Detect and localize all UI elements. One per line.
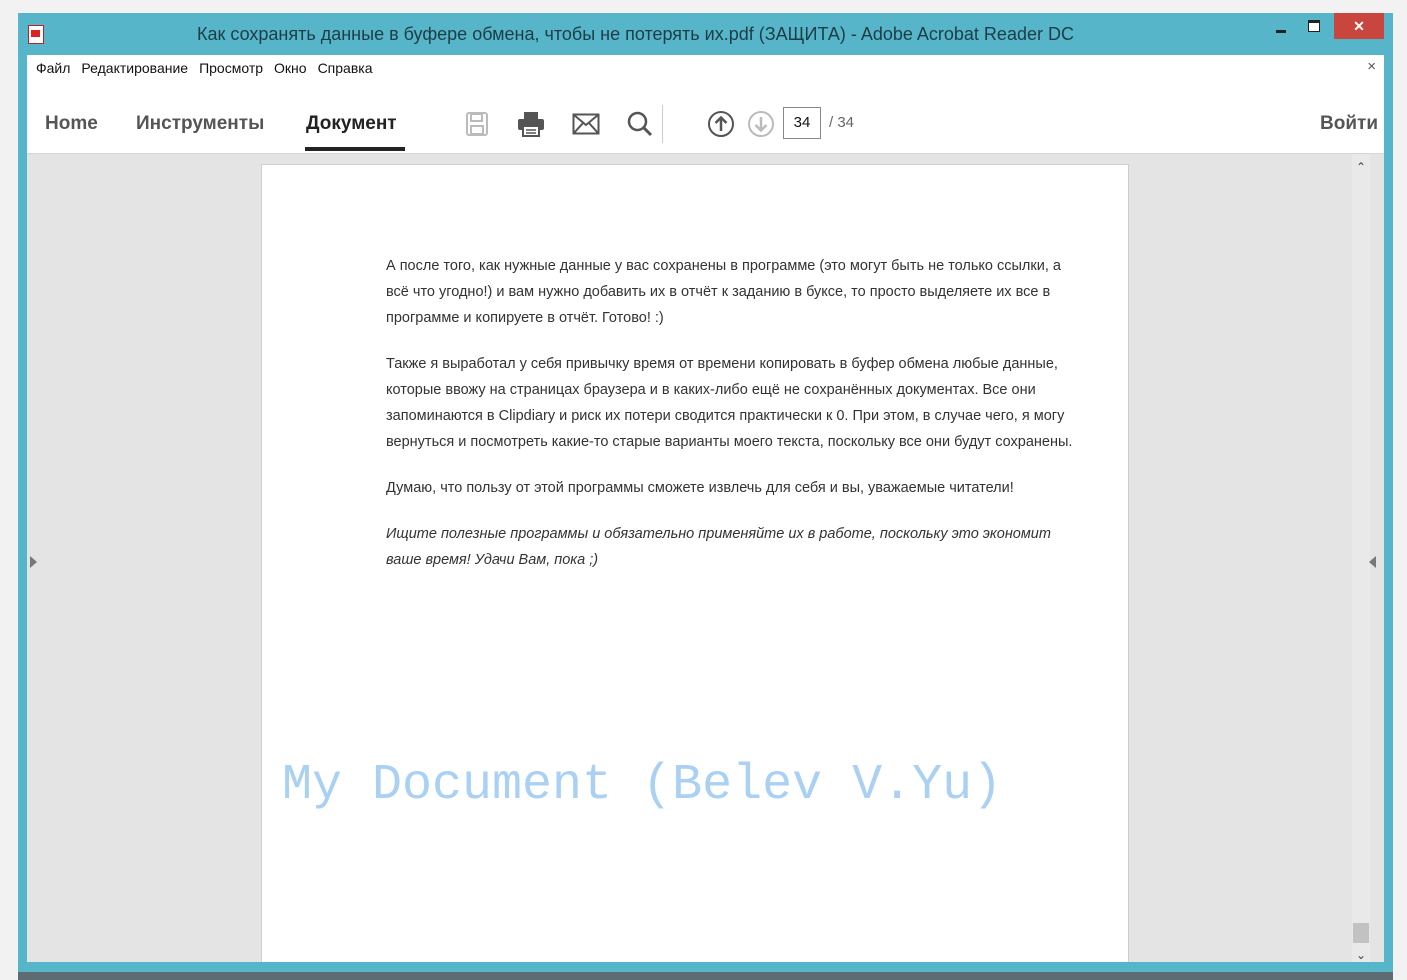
scroll-up-icon[interactable]: ⌃ bbox=[1356, 160, 1366, 174]
minimize-icon bbox=[1276, 29, 1286, 33]
expand-left-panel-icon[interactable] bbox=[30, 556, 37, 568]
email-icon[interactable] bbox=[571, 109, 601, 139]
print-icon[interactable] bbox=[516, 109, 546, 139]
page-up-icon[interactable] bbox=[706, 109, 736, 139]
menu-help[interactable]: Справка bbox=[318, 60, 373, 76]
expand-right-panel-icon[interactable] bbox=[1369, 556, 1376, 568]
window-title: Как сохранять данные в буфере обмена, чт… bbox=[197, 24, 1074, 44]
minimize-button[interactable] bbox=[1267, 13, 1295, 39]
save-icon[interactable] bbox=[462, 109, 492, 139]
menu-bar: Файл Редактирование Просмотр Окно Справк… bbox=[27, 55, 1384, 81]
tab-document[interactable]: Документ bbox=[306, 113, 397, 135]
scroll-down-icon[interactable]: ⌄ bbox=[1356, 948, 1366, 962]
main-toolbar: Home Инструменты Документ 34 / 34 Войти bbox=[27, 81, 1384, 154]
vertical-scrollbar[interactable]: ⌃ ⌄ bbox=[1352, 154, 1370, 962]
watermark: My Document (Belev V.Yu) bbox=[282, 757, 1003, 814]
closing-paragraph: Ищите полезные программы и обязательно п… bbox=[386, 526, 1051, 568]
active-tab-indicator bbox=[305, 147, 405, 151]
tab-tools[interactable]: Инструменты bbox=[136, 113, 264, 135]
page-total: / 34 bbox=[829, 114, 855, 131]
scroll-thumb[interactable] bbox=[1353, 923, 1369, 943]
tab-home[interactable]: Home bbox=[45, 113, 98, 135]
close-window-button[interactable]: ✕ bbox=[1334, 13, 1384, 39]
paragraph: Думаю, что пользу от этой программы смож… bbox=[386, 480, 1014, 496]
app-window: Как сохранять данные в буфере обмена, чт… bbox=[18, 13, 1393, 972]
pdf-page: А после того, как нужные данные у вас со… bbox=[261, 164, 1129, 962]
menu-view[interactable]: Просмотр bbox=[199, 60, 263, 76]
close-icon: ✕ bbox=[1353, 17, 1365, 34]
menu-file[interactable]: Файл bbox=[36, 60, 70, 76]
login-button[interactable]: Войти bbox=[1320, 113, 1378, 135]
paragraph: Также я выработал у себя привычку время … bbox=[386, 356, 1073, 450]
title-bar[interactable]: Как сохранять данные в буфере обмена, чт… bbox=[18, 13, 1393, 55]
maximize-button[interactable] bbox=[1299, 13, 1329, 39]
toolbar-separator bbox=[662, 105, 663, 143]
maximize-icon bbox=[1308, 20, 1320, 32]
close-document-icon[interactable]: × bbox=[1367, 58, 1376, 75]
page-down-icon[interactable] bbox=[746, 109, 776, 139]
acrobat-pdf-icon bbox=[28, 25, 44, 44]
search-icon[interactable] bbox=[625, 109, 655, 139]
menu-edit[interactable]: Редактирование bbox=[81, 60, 188, 76]
page-number-input[interactable]: 34 bbox=[783, 107, 821, 139]
document-viewport[interactable]: А после того, как нужные данные у вас со… bbox=[27, 154, 1384, 962]
page-content: А после того, как нужные данные у вас со… bbox=[386, 253, 1076, 593]
menu-window[interactable]: Окно bbox=[274, 60, 307, 76]
paragraph: А после того, как нужные данные у вас со… bbox=[386, 258, 1061, 326]
